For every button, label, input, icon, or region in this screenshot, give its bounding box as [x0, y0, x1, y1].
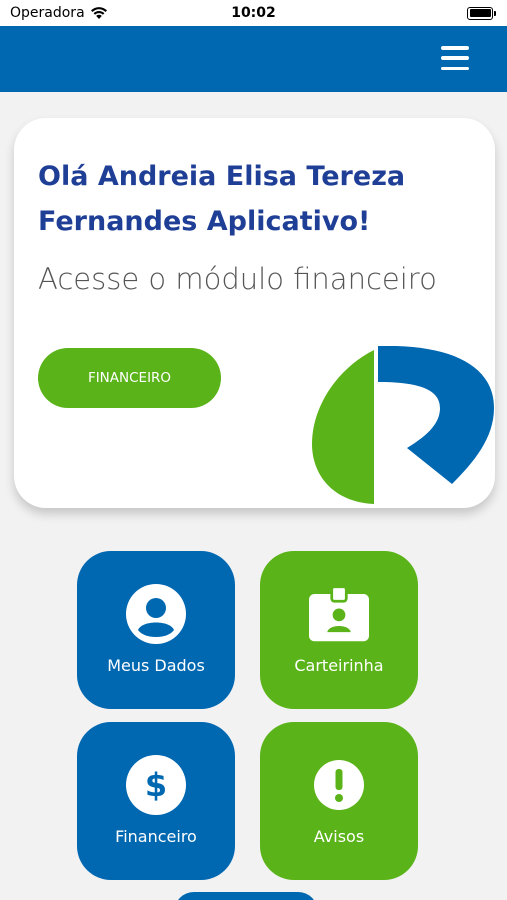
tile-label: Carteirinha [294, 656, 384, 675]
tile-avisos[interactable]: Avisos [260, 722, 418, 880]
app-header [0, 26, 507, 92]
exclamation-icon [309, 755, 369, 815]
tile-label: Financeiro [115, 827, 197, 846]
carrier-name: Operadora [10, 5, 85, 21]
tile-financeiro[interactable]: $ Financeiro [77, 722, 235, 880]
welcome-subtitle: Acesse o módulo financeiro [38, 262, 437, 296]
tile-label: Meus Dados [107, 656, 205, 675]
tile-label: Avisos [313, 827, 365, 846]
status-left: Operadora [10, 5, 108, 21]
greeting-title: Olá Andreia Elisa Tereza Fernandes Aplic… [38, 161, 406, 237]
svg-text:$: $ [145, 766, 167, 804]
user-icon [126, 584, 186, 644]
wifi-icon [90, 7, 107, 19]
id-badge-icon [309, 584, 369, 644]
welcome-card: Olá Andreia Elisa Tereza Fernandes Aplic… [14, 118, 495, 508]
tile-carteirinha[interactable]: Carteirinha [260, 551, 418, 709]
status-bar: Operadora 10:02 [0, 0, 507, 26]
dollar-icon: $ [126, 755, 186, 815]
hamburger-menu-icon[interactable] [441, 46, 469, 70]
battery-icon [467, 6, 496, 20]
tile-partial[interactable] [174, 892, 318, 900]
brand-logo-icon [312, 346, 494, 504]
financeiro-button[interactable]: FINANCEIRO [38, 348, 221, 408]
tile-meus-dados[interactable]: Meus Dados [77, 551, 235, 709]
